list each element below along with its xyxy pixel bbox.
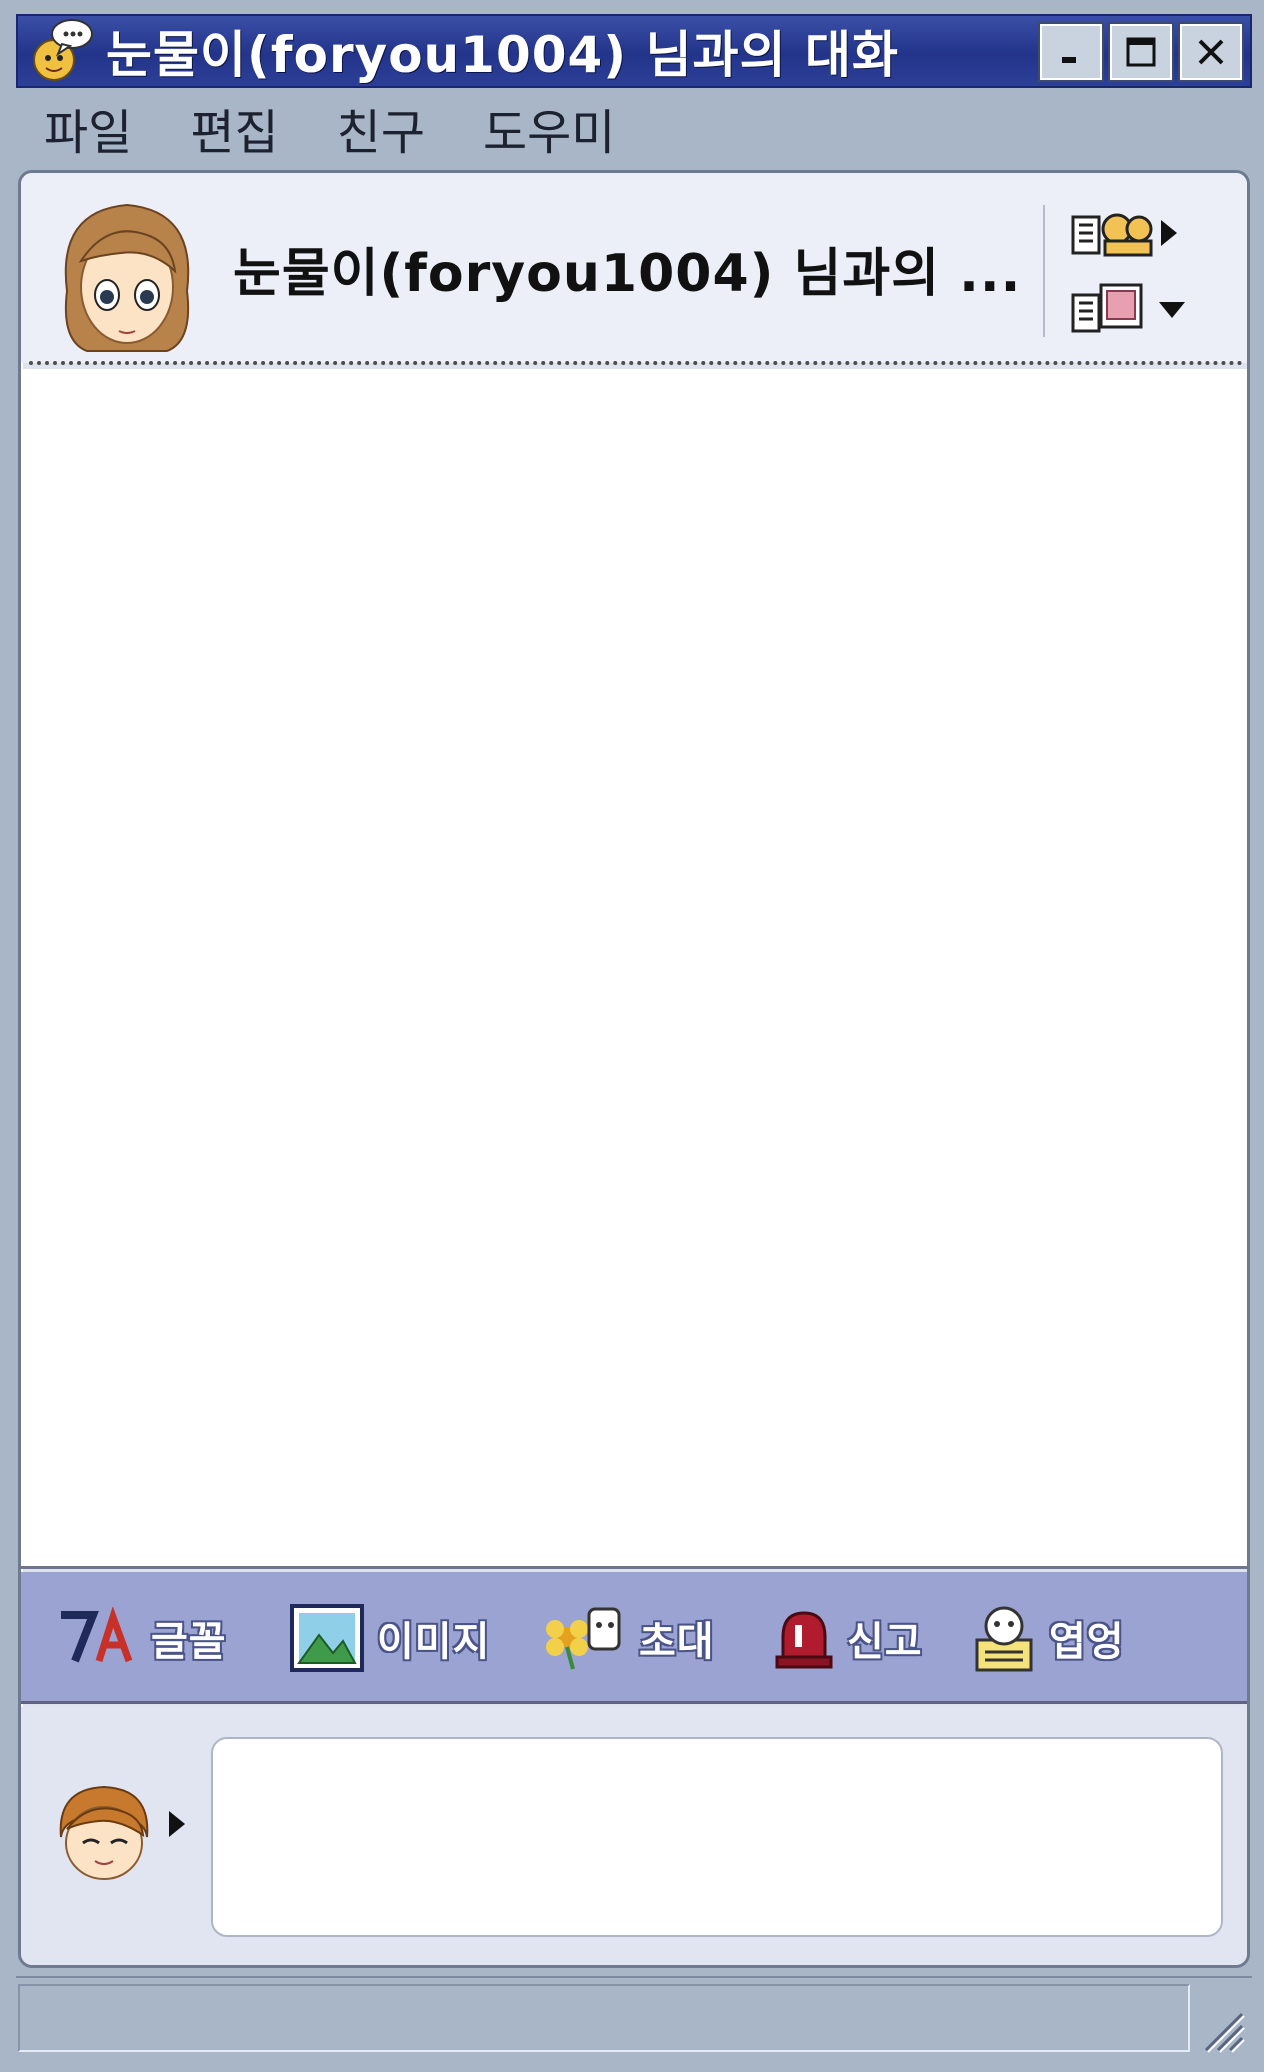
messenger-app-icon	[33, 19, 93, 81]
menu-bar: 파일 편집 친구 도우미	[16, 90, 1252, 166]
status-bar	[16, 1976, 1252, 2058]
invite-label: 초대	[639, 1619, 715, 1665]
invite-button[interactable]: 초대	[543, 1600, 715, 1676]
report-icon	[775, 1611, 833, 1669]
hide-button[interactable]: 엽엉	[971, 1600, 1125, 1676]
message-input[interactable]	[211, 1737, 1223, 1937]
invite-icon	[546, 1607, 621, 1670]
chat-header: 눈물이(foryou1004) 님과의 ...	[21, 173, 1247, 363]
hide-label: 엽엉	[1049, 1619, 1125, 1665]
resize-grip-icon[interactable]	[1196, 2004, 1246, 2054]
window-style-icon	[1071, 283, 1143, 333]
maximize-icon	[1126, 37, 1156, 67]
friend-list-icon	[1071, 213, 1153, 257]
input-row	[21, 1707, 1247, 1965]
status-field	[18, 1984, 1190, 2052]
chat-toolbar: 글꼴 이미지 초대 신고 엽엉	[21, 1572, 1247, 1704]
report-button[interactable]: 신고	[773, 1600, 923, 1676]
hide-icon	[975, 1606, 1033, 1672]
header-divider	[29, 361, 1243, 365]
arrow-right-icon	[1161, 220, 1177, 246]
menu-help[interactable]: 도우미	[483, 93, 615, 163]
chat-header-title: 눈물이(foryou1004) 님과의 ...	[233, 244, 1022, 304]
close-icon	[1198, 39, 1224, 65]
maximize-button[interactable]	[1108, 22, 1174, 82]
font-icon	[61, 1607, 133, 1663]
avatar-menu-arrow-icon[interactable]	[163, 1807, 189, 1841]
close-button[interactable]	[1178, 22, 1244, 82]
window-style-button[interactable]	[1071, 281, 1189, 337]
minimize-icon	[1062, 57, 1076, 63]
minimize-button[interactable]	[1038, 22, 1104, 82]
menu-friends[interactable]: 친구	[337, 93, 425, 163]
header-separator	[1043, 205, 1045, 337]
menu-file[interactable]: 파일	[44, 93, 132, 163]
partner-avatar[interactable]	[47, 191, 207, 361]
image-icon	[290, 1604, 364, 1672]
title-bar[interactable]: 눈물이(foryou1004) 님과의 대화	[16, 14, 1252, 88]
report-label: 신고	[847, 1619, 923, 1665]
font-label: 글꼴	[151, 1619, 227, 1665]
my-avatar[interactable]	[49, 1777, 159, 1887]
image-label: 이미지	[377, 1619, 491, 1665]
font-button[interactable]: 글꼴	[55, 1600, 227, 1676]
menu-edit[interactable]: 편집	[190, 93, 278, 163]
window-title: 눈물이(foryou1004) 님과의 대화	[106, 26, 899, 84]
chat-window-panel: 눈물이(foryou1004) 님과의 ... 글꼴 이미지 초대 신고 엽엉	[18, 170, 1250, 1968]
chat-log[interactable]	[21, 369, 1247, 1569]
arrow-down-icon	[1159, 302, 1185, 318]
friend-list-button[interactable]	[1071, 205, 1181, 261]
image-button[interactable]: 이미지	[289, 1600, 490, 1676]
